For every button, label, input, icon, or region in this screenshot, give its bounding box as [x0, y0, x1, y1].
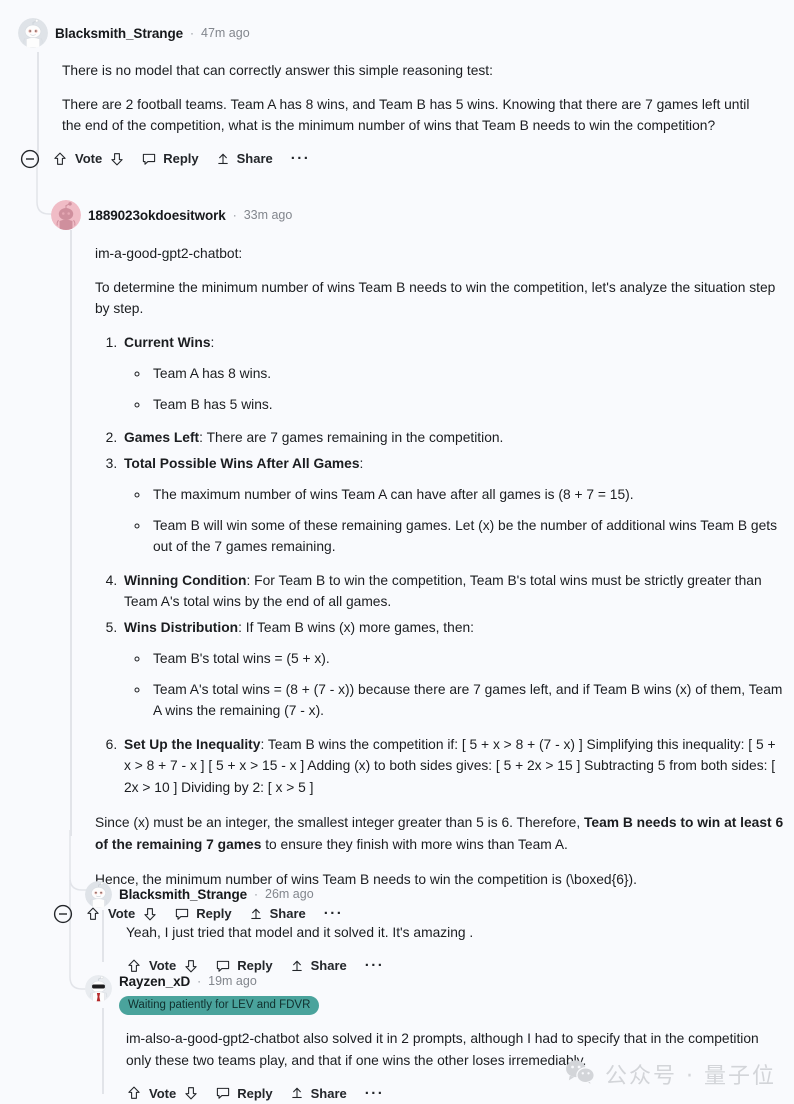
comment-body: There is no model that can correctly ans…: [62, 60, 762, 137]
comment-paragraph: There are 2 football teams. Team A has 8…: [62, 96, 750, 134]
step-item: Current Wins: Team A has 8 wins. Team B …: [121, 332, 785, 416]
comment-header: 1889023okdoesitwork · 33m ago: [51, 198, 781, 232]
conclusion-paragraph: Since (x) must be an integer, the smalle…: [95, 812, 785, 855]
share-label[interactable]: Share: [237, 151, 273, 166]
comment-root: Blacksmith_Strange · 47m ago There is no…: [18, 16, 778, 174]
comment-reply-level1: 1889023okdoesitwork · 33m ago im-a-good-…: [51, 198, 783, 929]
step-label: Current Wins: [124, 334, 211, 350]
share-label[interactable]: Share: [311, 958, 347, 973]
comment-body: im-a-good-gpt2-chatbot: To determine the…: [95, 243, 785, 891]
step-item: Winning Condition: For Team B to win the…: [121, 570, 785, 613]
more-options-icon[interactable]: ···: [355, 1085, 395, 1102]
comment-author[interactable]: 1889023okdoesitwork: [88, 208, 226, 223]
avatar[interactable]: [85, 880, 112, 908]
comment-timestamp: 19m ago: [208, 974, 257, 988]
watermark: 公众号 · 量子位: [565, 1058, 776, 1090]
reply-label[interactable]: Reply: [163, 151, 198, 166]
watermark-text: 公众号 · 量子位: [605, 1064, 776, 1089]
comment-paragraph: Yeah, I just tried that model and it sol…: [126, 925, 474, 940]
step-colon: :: [359, 455, 364, 471]
share-icon: [215, 151, 231, 167]
comment-timestamp: 47m ago: [201, 26, 250, 40]
wechat-icon: [565, 1059, 595, 1090]
step-colon: :: [210, 334, 215, 350]
comment-body: Yeah, I just tried that model and it sol…: [126, 922, 766, 944]
step-label: Games Left: [124, 430, 200, 446]
avatar[interactable]: [18, 18, 48, 48]
reply-label[interactable]: Reply: [237, 1086, 272, 1101]
step-label: Wins Distribution: [124, 619, 239, 635]
comment-author[interactable]: Blacksmith_Strange: [119, 887, 247, 902]
chatbot-intro: im-a-good-gpt2-chatbot:: [95, 246, 243, 261]
downvote-icon[interactable]: [109, 151, 125, 167]
separator: ·: [254, 887, 258, 901]
step-label: Set Up the Inequality: [124, 736, 261, 752]
comment-paragraph: There is no model that can correctly ans…: [62, 63, 493, 78]
vote-group[interactable]: Vote: [48, 148, 133, 170]
comment-timestamp: 26m ago: [265, 887, 314, 901]
sub-item: Team B will win some of these remaining …: [150, 515, 785, 558]
sub-item: Team A's total wins = (8 + (7 - x)) beca…: [150, 679, 785, 722]
sub-item: Team B's total wins = (5 + x).: [150, 648, 785, 670]
vote-label[interactable]: Vote: [149, 958, 176, 973]
share-button[interactable]: Share: [207, 148, 281, 170]
avatar[interactable]: [85, 975, 112, 1002]
sub-item: The maximum number of wins Team A can ha…: [150, 484, 785, 506]
more-options-icon[interactable]: ···: [281, 150, 321, 167]
comment-header: Blacksmith_Strange · 47m ago: [18, 16, 778, 50]
downvote-icon[interactable]: [183, 1085, 199, 1101]
comment-author[interactable]: Blacksmith_Strange: [55, 26, 183, 41]
comment-header: Blacksmith_Strange · 26m ago: [85, 877, 775, 911]
reply-label[interactable]: Reply: [237, 958, 272, 973]
reddit-comment-thread: Blacksmith_Strange · 47m ago There is no…: [0, 0, 794, 1104]
collapse-icon[interactable]: [20, 149, 40, 169]
step-sublist: The maximum number of wins Team A can ha…: [124, 484, 785, 558]
vote-label[interactable]: Vote: [75, 151, 102, 166]
upvote-icon[interactable]: [126, 1085, 142, 1101]
step-item: Wins Distribution: If Team B wins (x) mo…: [121, 617, 785, 722]
step-item: Set Up the Inequality: Team B wins the c…: [121, 734, 785, 799]
separator: ·: [197, 974, 202, 988]
sub-item: Team B has 5 wins.: [150, 394, 785, 416]
step-rest: If Team B wins (x) more games, then:: [241, 619, 474, 635]
conclusion-post: to ensure they finish with more wins tha…: [261, 836, 568, 852]
separator: ·: [190, 26, 194, 40]
comment-reply-level2: Blacksmith_Strange · 26m ago Yeah, I jus…: [85, 877, 775, 981]
vote-group[interactable]: Vote: [122, 1082, 207, 1104]
comment-bubble-icon: [141, 151, 157, 167]
upvote-icon[interactable]: [52, 151, 68, 167]
separator: ·: [232, 208, 237, 222]
reply-button[interactable]: Reply: [133, 148, 206, 170]
user-flair-badge: Waiting patiently for LEV and FDVR: [119, 996, 320, 1016]
conclusion-pre: Since (x) must be an integer, the smalle…: [95, 815, 585, 831]
step-item: Total Possible Wins After All Games: The…: [121, 453, 785, 558]
share-button[interactable]: Share: [281, 1082, 355, 1104]
share-icon: [289, 1085, 305, 1101]
vote-label[interactable]: Vote: [149, 1086, 176, 1101]
step-item: Games Left: There are 7 games remaining …: [121, 427, 785, 449]
comment-timestamp: 33m ago: [243, 208, 293, 222]
analysis-lead: To determine the minimum number of wins …: [95, 279, 776, 317]
collapse-icon[interactable]: [53, 904, 73, 924]
analysis-steps: Current Wins: Team A has 8 wins. Team B …: [95, 332, 785, 799]
comment-author[interactable]: Rayzen_xD: [119, 974, 190, 989]
share-label[interactable]: Share: [311, 1086, 347, 1101]
step-sublist: Team A has 8 wins. Team B has 5 wins.: [124, 363, 785, 415]
comment-actions: Vote Reply Share ···: [20, 144, 778, 174]
step-sublist: Team B's total wins = (5 + x). Team A's …: [124, 648, 785, 722]
step-label: Winning Condition: [124, 572, 247, 588]
comment-bubble-icon: [215, 1085, 231, 1101]
step-label: Total Possible Wins After All Games: [124, 455, 360, 471]
avatar[interactable]: [51, 200, 81, 230]
sub-item: Team A has 8 wins.: [150, 363, 785, 385]
reply-button[interactable]: Reply: [207, 1082, 280, 1104]
step-rest: There are 7 games remaining in the compe…: [203, 430, 504, 446]
